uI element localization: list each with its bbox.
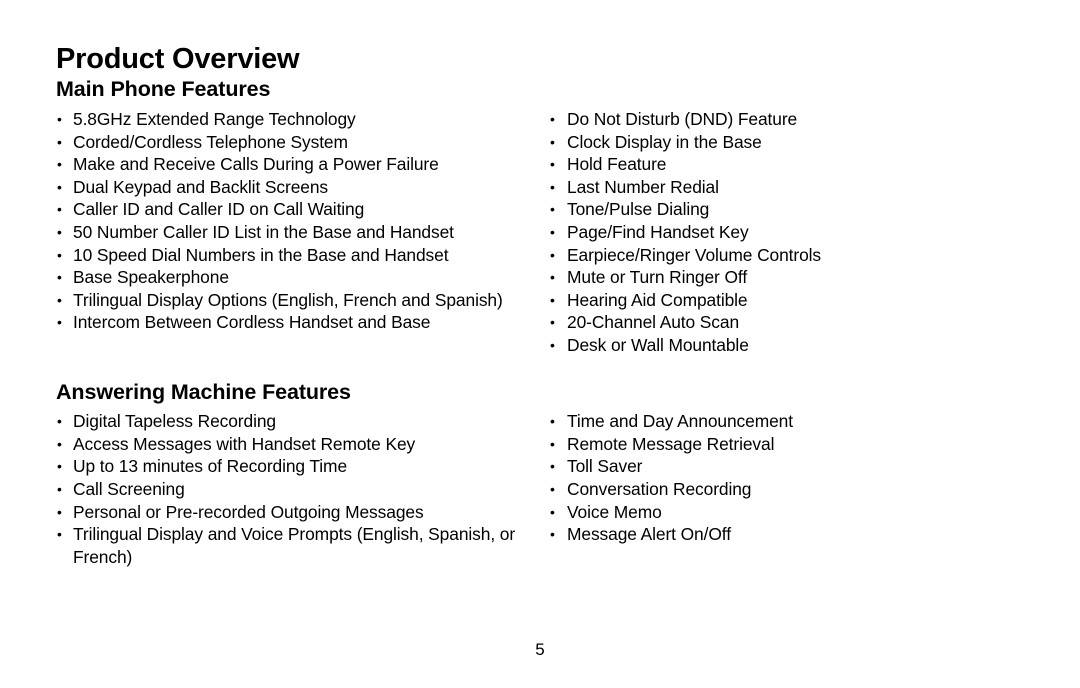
list-item: 5.8GHz Extended Range Technology <box>56 108 549 131</box>
feature-list-answering-right: Time and Day Announcement Remote Message… <box>549 410 969 546</box>
column-left: Digital Tapeless Recording Access Messag… <box>56 410 549 568</box>
list-item: Time and Day Announcement <box>549 410 969 433</box>
column-right: Do Not Disturb (DND) Feature Clock Displ… <box>549 108 969 357</box>
list-item: Access Messages with Handset Remote Key <box>56 433 549 456</box>
two-column-layout: Digital Tapeless Recording Access Messag… <box>56 410 1024 568</box>
list-item: Message Alert On/Off <box>549 523 969 546</box>
list-item: Clock Display in the Base <box>549 131 969 154</box>
list-item: Desk or Wall Mountable <box>549 334 969 357</box>
list-item: Hearing Aid Compatible <box>549 289 969 312</box>
list-item: Trilingual Display and Voice Prompts (En… <box>56 523 549 568</box>
list-item: Corded/Cordless Telephone System <box>56 131 549 154</box>
list-item: 10 Speed Dial Numbers in the Base and Ha… <box>56 244 549 267</box>
list-item: Voice Memo <box>549 501 969 524</box>
list-item: 50 Number Caller ID List in the Base and… <box>56 221 549 244</box>
section-heading-answering-machine-features: Answering Machine Features <box>56 379 351 404</box>
list-item: Remote Message Retrieval <box>549 433 969 456</box>
list-item: Hold Feature <box>549 153 969 176</box>
list-item: Intercom Between Cordless Handset and Ba… <box>56 311 549 334</box>
list-item: Caller ID and Caller ID on Call Waiting <box>56 198 549 221</box>
list-item: Call Screening <box>56 478 549 501</box>
list-item: Digital Tapeless Recording <box>56 410 549 433</box>
list-item: 20-Channel Auto Scan <box>549 311 969 334</box>
list-item: Personal or Pre-recorded Outgoing Messag… <box>56 501 549 524</box>
page-title: Product Overview <box>56 43 300 75</box>
section-main-phone-features: Main Phone Features 5.8GHz Extended Rang… <box>56 78 1024 356</box>
column-right: Time and Day Announcement Remote Message… <box>549 410 969 546</box>
list-item: Earpiece/Ringer Volume Controls <box>549 244 969 267</box>
feature-list-answering-left: Digital Tapeless Recording Access Messag… <box>56 410 549 568</box>
list-item: Mute or Turn Ringer Off <box>549 266 969 289</box>
section-heading-main-phone-features: Main Phone Features <box>56 77 271 102</box>
column-left: 5.8GHz Extended Range Technology Corded/… <box>56 108 549 334</box>
two-column-layout: 5.8GHz Extended Range Technology Corded/… <box>56 108 1024 357</box>
list-item: Page/Find Handset Key <box>549 221 969 244</box>
list-item: Last Number Redial <box>549 176 969 199</box>
document-page: Product Overview Main Phone Features 5.8… <box>0 0 1080 688</box>
list-item: Trilingual Display Options (English, Fre… <box>56 289 549 312</box>
list-item: Base Speakerphone <box>56 266 549 289</box>
feature-list-main-right: Do Not Disturb (DND) Feature Clock Displ… <box>549 108 969 357</box>
list-item: Make and Receive Calls During a Power Fa… <box>56 153 549 176</box>
section-answering-machine-features: Answering Machine Features Digital Tapel… <box>56 379 1024 569</box>
feature-list-main-left: 5.8GHz Extended Range Technology Corded/… <box>56 108 549 334</box>
list-item: Dual Keypad and Backlit Screens <box>56 176 549 199</box>
list-item: Up to 13 minutes of Recording Time <box>56 455 549 478</box>
list-item: Toll Saver <box>549 455 969 478</box>
page-number: 5 <box>535 640 545 659</box>
list-item: Conversation Recording <box>549 478 969 501</box>
list-item: Tone/Pulse Dialing <box>549 198 969 221</box>
list-item: Do Not Disturb (DND) Feature <box>549 108 969 131</box>
